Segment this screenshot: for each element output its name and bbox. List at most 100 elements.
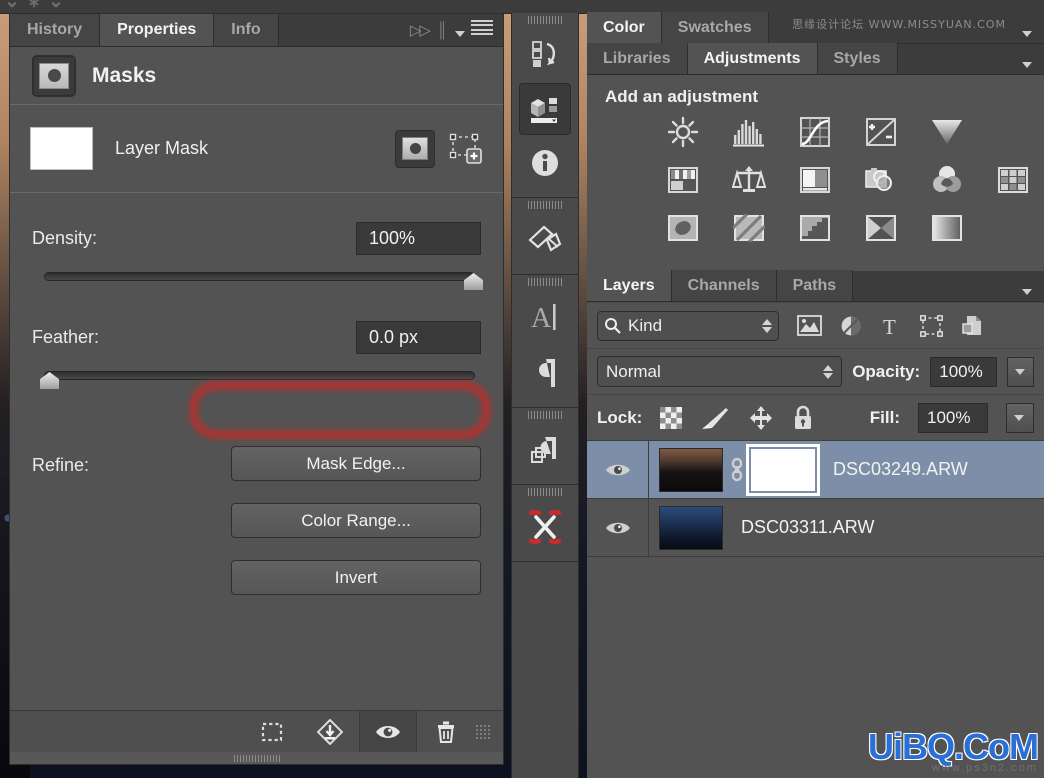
layer-lock-row: Lock: Fill: 100% <box>587 395 1044 441</box>
tab-history[interactable]: History <box>10 14 101 46</box>
dock-properties-icon[interactable] <box>519 83 571 135</box>
threshold-icon[interactable] <box>795 211 835 245</box>
delete-mask-button[interactable] <box>417 711 475 753</box>
color-panel-menu-button[interactable] <box>1022 25 1044 43</box>
density-input[interactable]: 100% <box>356 221 481 255</box>
lock-position-icon[interactable] <box>748 405 774 431</box>
dock-grip-4[interactable] <box>512 408 578 422</box>
dock-paragraph-styles-icon[interactable] <box>512 422 578 478</box>
pixel-mask-icon[interactable] <box>395 129 435 168</box>
posterize-icon[interactable] <box>729 211 769 245</box>
load-selection-from-mask-button[interactable] <box>243 711 301 753</box>
dock-clone-source-icon[interactable] <box>512 499 578 555</box>
levels-icon[interactable] <box>729 115 769 149</box>
vector-mask-icon[interactable] <box>449 132 483 166</box>
channel-mixer-icon[interactable] <box>927 163 967 197</box>
dock-grip-1[interactable] <box>512 13 578 27</box>
table-row[interactable]: DSC03249.ARW <box>587 441 1044 499</box>
layer-visibility-toggle[interactable] <box>587 499 649 556</box>
toggle-mask-visibility-button[interactable] <box>359 710 417 753</box>
invert-button[interactable]: Invert <box>231 560 481 595</box>
layer-filter-row: Kind T <box>587 303 1044 349</box>
lock-all-icon[interactable] <box>792 405 814 431</box>
opacity-dropdown-button[interactable] <box>1007 356 1034 387</box>
search-icon <box>605 318 621 334</box>
dock-history-icon[interactable] <box>512 27 578 83</box>
tab-color[interactable]: Color <box>587 12 662 43</box>
tab-channels-label: Channels <box>687 276 760 294</box>
layer-mask-thumbnail[interactable] <box>30 127 93 170</box>
panel-resize-grip[interactable] <box>475 723 491 740</box>
black-white-icon[interactable] <box>795 163 835 197</box>
vibrance-icon[interactable] <box>927 115 967 149</box>
dock-grip-2[interactable] <box>512 198 578 212</box>
opacity-input[interactable]: 100% <box>930 356 998 387</box>
lock-transparency-icon[interactable] <box>660 406 683 429</box>
smart-object-filter-icon[interactable] <box>961 314 983 337</box>
tab-swatches[interactable]: Swatches <box>661 12 769 43</box>
tab-adjustments[interactable]: Adjustments <box>687 43 818 74</box>
blend-mode-select[interactable]: Normal <box>597 356 843 387</box>
invert-icon[interactable] <box>663 211 703 245</box>
dock-grip-5[interactable] <box>512 485 578 499</box>
lock-image-pixels-icon[interactable] <box>700 406 730 430</box>
hue-saturation-icon[interactable] <box>663 163 703 197</box>
dock-paragraph-icon[interactable] <box>512 345 578 401</box>
tab-channels[interactable]: Channels <box>671 270 777 301</box>
tab-styles[interactable]: Styles <box>817 43 898 74</box>
apply-mask-button[interactable] <box>301 711 359 753</box>
dock-group-1 <box>512 13 578 198</box>
fill-dropdown-button[interactable] <box>1006 402 1034 433</box>
gradient-map-icon[interactable] <box>861 211 901 245</box>
shape-layer-filter-icon[interactable] <box>920 314 943 337</box>
layer-name: DSC03249.ARW <box>833 459 968 479</box>
pixel-layer-filter-icon[interactable] <box>797 315 822 336</box>
tab-properties[interactable]: Properties <box>100 14 215 46</box>
color-balance-icon[interactable] <box>729 163 769 197</box>
layers-panel-menu-button[interactable] <box>1022 283 1044 301</box>
selective-color-icon[interactable] <box>927 211 967 245</box>
dock-adjustments-icon[interactable] <box>512 212 578 268</box>
dock-grip-3[interactable] <box>512 275 578 289</box>
dock-info-icon[interactable] <box>512 135 578 191</box>
tab-layers[interactable]: Layers <box>587 270 672 301</box>
dock-group-5 <box>512 485 578 562</box>
tab-paths[interactable]: Paths <box>776 270 854 301</box>
photo-filter-icon[interactable] <box>861 163 901 197</box>
fill-input[interactable]: 100% <box>918 402 988 433</box>
toolbar-ghost-text-left: ⌄ ⁑ ⌄ ⌃⌃⌃⌃⌃⌃ ⌃⌃⌃ <box>4 0 242 12</box>
tab-swatches-label: Swatches <box>677 18 752 36</box>
brightness-contrast-icon[interactable] <box>663 115 703 149</box>
layer-visibility-toggle[interactable] <box>587 441 649 498</box>
exposure-icon[interactable] <box>861 115 901 149</box>
layer-thumbnail[interactable] <box>659 505 723 550</box>
mask-edge-button[interactable]: Mask Edge... <box>231 446 481 481</box>
collapse-to-icons-icon[interactable]: ▷▷ <box>410 21 431 39</box>
tab-info[interactable]: Info <box>214 14 279 46</box>
density-slider[interactable] <box>32 266 483 292</box>
color-range-button[interactable]: Color Range... <box>231 503 481 538</box>
adjustment-layer-filter-icon[interactable] <box>840 315 862 337</box>
layer-mask-thumbnail[interactable] <box>746 443 820 496</box>
right-panel-column: Color Swatches 思缘设计论坛 WWW.MISSYUAN.COM L… <box>587 12 1044 778</box>
tab-info-label: Info <box>231 21 261 38</box>
table-row[interactable]: DSC03311.ARW <box>587 499 1044 557</box>
layer-mask-label: Layer Mask <box>115 138 209 158</box>
type-layer-filter-icon[interactable]: T <box>880 315 902 337</box>
tab-libraries[interactable]: Libraries <box>587 43 688 74</box>
layer-mask-row: Layer Mask <box>10 105 503 193</box>
adjustments-panel-menu-button[interactable] <box>1022 56 1044 74</box>
link-layers-icon[interactable] <box>729 457 745 483</box>
panel-menu-button[interactable] <box>454 17 493 43</box>
layer-thumbnail[interactable] <box>659 447 723 492</box>
color-lookup-icon[interactable] <box>993 163 1033 197</box>
fill-value: 100% <box>927 407 971 427</box>
curves-icon[interactable] <box>795 115 835 149</box>
density-row: Density: 100% <box>32 219 481 257</box>
feather-slider[interactable] <box>32 365 481 391</box>
panel-bottom-grip[interactable] <box>10 752 503 764</box>
layer-filter-kind-select[interactable]: Kind <box>597 310 779 341</box>
tab-paths-label: Paths <box>792 276 837 294</box>
feather-input[interactable]: 0.0 px <box>356 320 481 354</box>
dock-character-icon[interactable]: A <box>512 289 578 345</box>
